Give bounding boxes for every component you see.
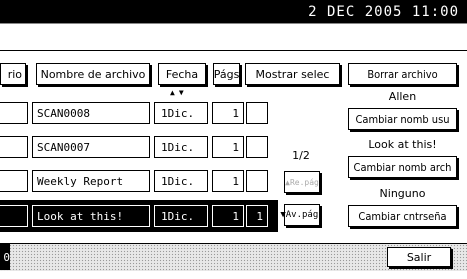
row-filename-cell: SCAN0007: [32, 136, 150, 158]
column-pages-label: Págs: [213, 67, 240, 81]
row-pages-cell: 1: [212, 205, 244, 227]
delete-file-label: Borrar archivo: [367, 67, 438, 81]
row-order-cell: 1: [246, 205, 268, 227]
sort-direction-icon: ▲▼: [170, 88, 188, 97]
row-user-cell: [0, 170, 28, 192]
bottom-left-button[interactable]: 0: [0, 244, 10, 270]
row-date-cell: 1Dic.: [154, 136, 208, 158]
change-file-name-label: Cambiar nomb arch: [353, 160, 452, 174]
column-date-sort-button[interactable]: Fecha: [158, 63, 206, 85]
next-page-button[interactable]: ▼Av.pág.: [280, 204, 324, 226]
column-user-sort-button[interactable]: rio: [0, 63, 26, 85]
row-filename-cell: Look at this!: [32, 205, 150, 227]
change-file-name-button[interactable]: Cambiar nomb arch: [348, 156, 457, 178]
user-name-value: Allen: [388, 90, 417, 103]
row-filename-cell: SCAN0008: [32, 102, 150, 124]
show-selected-label: Mostrar selec: [255, 67, 330, 81]
column-filename-label: Nombre de archivo: [40, 67, 146, 81]
row-user-cell: [0, 136, 28, 158]
column-filename-sort-button[interactable]: Nombre de archivo: [36, 63, 150, 85]
change-password-button[interactable]: Cambiar cntrseña: [348, 205, 457, 227]
page-indicator: 1/2: [292, 149, 310, 162]
column-date-label: Fecha: [165, 67, 199, 81]
row-user-cell: [0, 102, 28, 124]
row-filename-cell: Weekly Report: [32, 170, 150, 192]
column-user-label: rio: [7, 67, 22, 81]
change-password-label: Cambiar cntrseña: [358, 209, 447, 223]
change-user-name-label: Cambiar nomb usu: [355, 112, 450, 126]
info-message: o puede borrarse o cambiarse.: [4, 8, 157, 21]
prev-page-label: ▲Re.pág: [285, 177, 319, 187]
row-date-cell: 1Dic.: [154, 205, 208, 227]
row-order-cell: [246, 102, 268, 124]
row-pages-cell: 1: [212, 170, 244, 192]
column-pages-label-box: Págs: [213, 63, 240, 85]
bottom-margin: [0, 272, 467, 279]
change-user-name-button[interactable]: Cambiar nomb usu: [348, 108, 457, 130]
row-user-cell: [0, 205, 28, 227]
file-name-value: Look at this!: [368, 138, 437, 151]
row-date-cell: 1Dic.: [154, 170, 208, 192]
next-page-label: ▼Av.pág.: [280, 210, 324, 220]
bottom-left-label: 0: [3, 250, 10, 264]
row-order-cell: [246, 136, 268, 158]
row-order-cell: [246, 170, 268, 192]
prev-page-button[interactable]: ▲Re.pág: [284, 171, 320, 193]
exit-label: Salir: [406, 250, 432, 264]
password-value: Ninguno: [379, 187, 426, 200]
delete-file-button[interactable]: Borrar archivo: [348, 63, 457, 85]
message-row: [0, 24, 467, 51]
show-selected-button[interactable]: Mostrar selec: [245, 63, 340, 85]
exit-button[interactable]: Salir: [387, 247, 451, 267]
row-pages-cell: 1: [212, 136, 244, 158]
datetime-display: 2 DEC 2005 11:00: [308, 4, 459, 20]
row-pages-cell: 1: [212, 102, 244, 124]
row-date-cell: 1Dic.: [154, 102, 208, 124]
